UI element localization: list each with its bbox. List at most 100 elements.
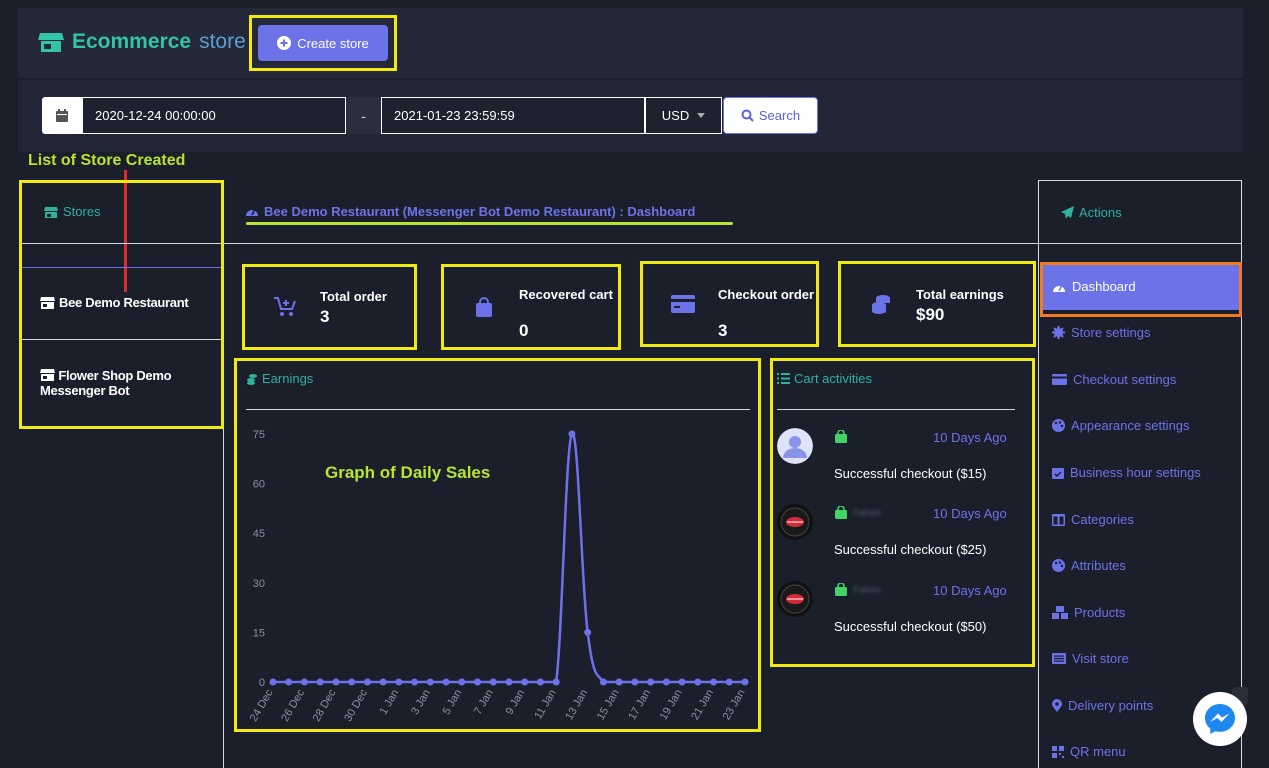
x-tick-label: 13 Jan xyxy=(563,688,590,723)
list-icon xyxy=(777,373,790,384)
data-point[interactable] xyxy=(348,678,356,686)
currency-select[interactable]: USD xyxy=(645,97,722,134)
store-icon xyxy=(40,297,55,309)
data-point[interactable] xyxy=(426,678,434,686)
action-visit-store[interactable]: Visit store xyxy=(1052,651,1129,666)
action-categories[interactable]: Categories xyxy=(1052,512,1134,527)
data-point[interactable] xyxy=(505,678,513,686)
data-point[interactable] xyxy=(474,678,482,686)
qrcode-icon xyxy=(1052,745,1064,758)
divider xyxy=(777,409,1015,410)
x-tick-label: 17 Jan xyxy=(626,688,653,723)
data-point[interactable] xyxy=(300,678,308,686)
calendar-button[interactable] xyxy=(42,97,82,134)
data-point[interactable] xyxy=(411,678,419,686)
data-point[interactable] xyxy=(332,678,340,686)
activity-time: 10 Days Ago xyxy=(933,506,1007,521)
date-to-input[interactable]: 2021-01-23 23:59:59 xyxy=(381,97,645,134)
gear-icon xyxy=(1052,326,1065,339)
action-label: Products xyxy=(1074,605,1126,620)
store-icon xyxy=(40,369,55,381)
data-point[interactable] xyxy=(741,678,749,686)
coins-icon xyxy=(869,292,893,316)
store-item-flower-shop[interactable]: Flower Shop Demo Messenger Bot xyxy=(40,368,210,398)
x-tick-label: 21 Jan xyxy=(689,688,716,723)
action-checkout-settings[interactable]: Checkout settings xyxy=(1052,372,1176,387)
data-point[interactable] xyxy=(458,678,466,686)
action-store-settings[interactable]: Store settings xyxy=(1052,325,1151,340)
data-point[interactable] xyxy=(442,678,450,686)
data-point[interactable] xyxy=(285,678,293,686)
x-tick-label: 26 Dec xyxy=(279,687,307,724)
cart-plus-icon xyxy=(273,295,297,319)
action-label: Business hour settings xyxy=(1070,465,1201,480)
action-products[interactable]: Products xyxy=(1052,605,1125,620)
divider xyxy=(246,409,750,410)
y-tick-label: 15 xyxy=(253,627,265,639)
data-point[interactable] xyxy=(631,678,639,686)
create-store-label: Create store xyxy=(297,35,369,51)
data-point[interactable] xyxy=(694,678,702,686)
data-point[interactable] xyxy=(584,628,592,636)
data-point[interactable] xyxy=(536,678,544,686)
data-point[interactable] xyxy=(269,678,277,686)
action-dashboard[interactable]: Dashboard xyxy=(1052,279,1136,294)
action-appearance-settings[interactable]: Appearance settings xyxy=(1052,418,1190,433)
action-business-hour-settings[interactable]: Business hour settings xyxy=(1052,465,1201,480)
y-tick-label: 0 xyxy=(259,677,265,689)
action-label: Attributes xyxy=(1071,558,1126,573)
action-label: Categories xyxy=(1071,512,1134,527)
divider xyxy=(224,243,1040,244)
activity-text: Successful checkout ($50) xyxy=(834,619,987,634)
x-tick-label: 1 Jan xyxy=(378,688,402,717)
stores-header: Stores xyxy=(44,204,101,219)
data-point[interactable] xyxy=(316,678,324,686)
shopping-bag-icon xyxy=(835,430,847,443)
shopping-bag-icon xyxy=(835,583,847,596)
currency-value: USD xyxy=(661,108,690,123)
data-point[interactable] xyxy=(725,678,733,686)
store-item-label: Bee Demo Restaurant xyxy=(59,295,189,310)
earnings-title: Earnings xyxy=(262,371,314,386)
data-point[interactable] xyxy=(647,678,655,686)
cart-activities-title: Cart activities xyxy=(794,371,873,386)
data-point[interactable] xyxy=(568,430,576,438)
series-line xyxy=(273,432,745,684)
data-point[interactable] xyxy=(710,678,718,686)
data-point[interactable] xyxy=(678,678,686,686)
data-point[interactable] xyxy=(662,678,670,686)
action-delivery-points[interactable]: Delivery points xyxy=(1052,698,1153,713)
data-point[interactable] xyxy=(363,678,371,686)
x-tick-label: 30 Dec xyxy=(342,687,370,724)
palette-icon xyxy=(1052,419,1065,432)
y-tick-label: 60 xyxy=(253,479,265,491)
store-list-annotation: List of Store Created xyxy=(28,152,186,169)
data-point[interactable] xyxy=(521,678,529,686)
activity-text: Successful checkout ($25) xyxy=(834,542,987,557)
stat-value: 0 xyxy=(519,321,529,340)
action-attributes[interactable]: Attributes xyxy=(1052,558,1126,573)
brand[interactable]: Ecommerce store xyxy=(38,30,246,54)
stat-card-checkout-order: Checkout order 3 xyxy=(640,261,819,347)
brand-title: Ecommerce xyxy=(72,30,192,53)
create-store-button[interactable]: Create store xyxy=(258,25,388,61)
search-button[interactable]: Search xyxy=(723,97,818,134)
store-item-bee-demo[interactable]: Bee Demo Restaurant xyxy=(40,295,189,310)
divider xyxy=(22,243,221,244)
messenger-icon xyxy=(1205,704,1235,734)
data-point[interactable] xyxy=(615,678,623,686)
dashboard-title-text: Bee Demo Restaurant (Messenger Bot Demo … xyxy=(264,204,696,219)
data-point[interactable] xyxy=(379,678,387,686)
shopping-bag-icon xyxy=(472,295,496,319)
calendar-check-icon xyxy=(1052,468,1064,479)
data-point[interactable] xyxy=(489,678,497,686)
action-qr-menu[interactable]: QR menu xyxy=(1052,744,1126,759)
activity-user-name: Fahim xyxy=(853,585,881,596)
data-point[interactable] xyxy=(599,678,607,686)
store-icon xyxy=(38,33,64,52)
date-from-input[interactable]: 2020-12-24 00:00:00 xyxy=(82,97,346,134)
data-point[interactable] xyxy=(552,678,560,686)
messenger-chat-button[interactable] xyxy=(1193,692,1247,746)
divider xyxy=(22,339,221,340)
data-point[interactable] xyxy=(395,678,403,686)
